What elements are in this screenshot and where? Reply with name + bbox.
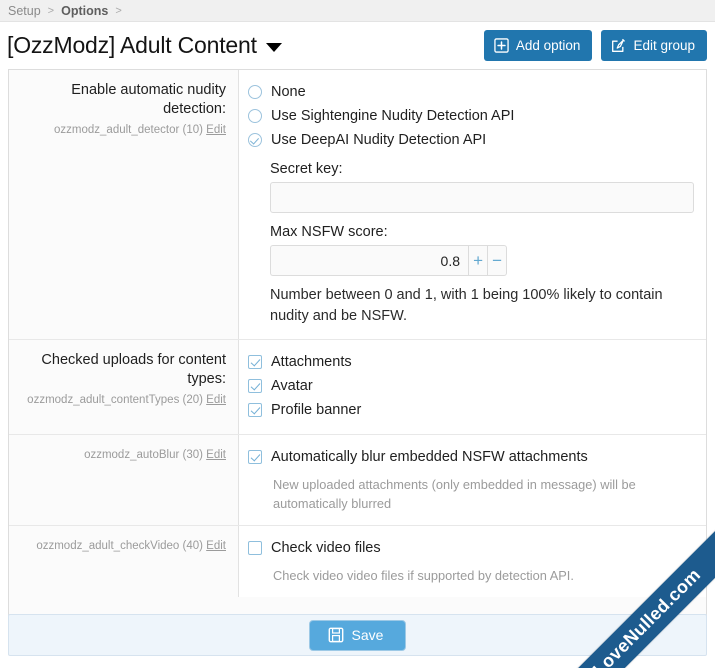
add-option-label: Add option — [515, 38, 581, 53]
option-row-check-video: ozzmodz_adult_checkVideo (40) Edit Check… — [9, 526, 706, 597]
option-key-text-content-types: ozzmodz_adult_contentTypes (20) — [27, 394, 203, 406]
hint-auto-blur: New uploaded attachments (only embedded … — [273, 477, 636, 511]
breadcrumb-item-options[interactable]: Options — [61, 4, 108, 18]
edit-link-content-types[interactable]: Edit — [206, 394, 226, 406]
radio-label-none: None — [271, 84, 306, 100]
edit-link-auto-blur[interactable]: Edit — [206, 449, 226, 461]
checkbox-option-attachments[interactable]: Attachments — [248, 350, 694, 374]
add-option-button[interactable]: Add option — [483, 30, 593, 61]
checkbox-label-check-video: Check video files — [271, 540, 381, 556]
max-nsfw-score-input[interactable] — [270, 245, 468, 276]
edit-link-detector[interactable]: Edit — [206, 124, 226, 136]
options-panel: Enable automatic nudity detection: ozzmo… — [8, 69, 707, 618]
checkbox-label-avatar: Avatar — [271, 378, 313, 394]
option-title-detector: Enable automatic nudity detection: — [71, 82, 226, 117]
radio-label-sightengine: Use Sightengine Nudity Detection API — [271, 108, 515, 124]
radio-icon-none[interactable] — [248, 85, 262, 99]
page-header: [OzzModz] Adult Content Add option Edit … — [0, 22, 715, 69]
radio-option-none[interactable]: None — [248, 80, 694, 104]
pencil-square-icon — [611, 38, 626, 53]
breadcrumb-separator-icon: > — [47, 4, 55, 17]
breadcrumb-item-setup[interactable]: Setup — [8, 4, 41, 18]
checkbox-label-auto-blur: Automatically blur embedded NSFW attachm… — [271, 449, 588, 465]
option-label-check-video: ozzmodz_adult_checkVideo (40) Edit — [9, 526, 239, 597]
deepai-settings: Secret key: Max NSFW score: + − Number b… — [270, 161, 694, 327]
option-key-auto-blur: ozzmodz_autoBlur (30) Edit — [19, 448, 226, 463]
increment-button[interactable]: + — [468, 245, 488, 276]
option-row-content-types: Checked uploads for content types: ozzmo… — [9, 340, 706, 435]
save-button[interactable]: Save — [308, 619, 407, 651]
option-label-detector: Enable automatic nudity detection: ozzmo… — [9, 70, 239, 339]
checkbox-option-profile-banner[interactable]: Profile banner — [248, 398, 694, 422]
option-body-auto-blur: Automatically blur embedded NSFW attachm… — [239, 435, 706, 525]
max-nsfw-score-help: Number between 0 and 1, with 1 being 100… — [270, 287, 663, 324]
edit-link-check-video[interactable]: Edit — [206, 540, 226, 552]
option-label-content-types: Checked uploads for content types: ozzmo… — [9, 340, 239, 434]
radio-icon-sightengine[interactable] — [248, 109, 262, 123]
secret-key-label: Secret key: — [270, 161, 343, 177]
checkbox-icon-profile-banner[interactable] — [248, 403, 262, 417]
plus-square-icon — [494, 38, 509, 53]
option-key-text-check-video: ozzmodz_adult_checkVideo (40) — [36, 540, 203, 552]
option-key-check-video: ozzmodz_adult_checkVideo (40) Edit — [19, 539, 226, 554]
option-row-auto-blur: ozzmodz_autoBlur (30) Edit Automatically… — [9, 435, 706, 526]
radio-icon-deepai[interactable] — [248, 133, 262, 147]
option-body-check-video: Check video files Check video video file… — [239, 526, 706, 597]
checkbox-icon-check-video[interactable] — [248, 541, 262, 555]
form-footer: Save — [8, 614, 707, 656]
checkbox-option-avatar[interactable]: Avatar — [248, 374, 694, 398]
option-row-detector: Enable automatic nudity detection: ozzmo… — [9, 70, 706, 340]
max-nsfw-score-label: Max NSFW score: — [270, 224, 388, 240]
save-disk-icon — [328, 627, 344, 643]
checkbox-option-check-video[interactable]: Check video files — [248, 536, 694, 560]
edit-group-button[interactable]: Edit group — [601, 30, 707, 61]
option-key-content-types: ozzmodz_adult_contentTypes (20) Edit — [19, 393, 226, 408]
checkbox-icon-attachments[interactable] — [248, 355, 262, 369]
save-button-label: Save — [351, 627, 384, 643]
option-key-text-detector: ozzmodz_adult_detector (10) — [54, 124, 203, 136]
decrement-button[interactable]: − — [487, 245, 507, 276]
app-root: Setup > Options > [OzzModz] Adult Conten… — [0, 0, 715, 668]
max-nsfw-score-stepper: + − — [270, 245, 507, 276]
checkbox-icon-auto-blur[interactable] — [248, 450, 262, 464]
chevron-down-icon[interactable] — [265, 43, 282, 52]
checkbox-option-auto-blur[interactable]: Automatically blur embedded NSFW attachm… — [248, 445, 694, 469]
checkbox-label-profile-banner: Profile banner — [271, 402, 362, 418]
secret-key-input[interactable] — [270, 182, 694, 213]
option-title-content-types: Checked uploads for content types: — [41, 352, 226, 387]
page-title-text: [OzzModz] Adult Content — [7, 32, 257, 58]
checkbox-icon-avatar[interactable] — [248, 379, 262, 393]
radio-option-sightengine[interactable]: Use Sightengine Nudity Detection API — [248, 104, 694, 128]
option-label-auto-blur: ozzmodz_autoBlur (30) Edit — [9, 435, 239, 525]
option-body-content-types: Attachments Avatar Profile banner — [239, 340, 706, 434]
page-title: [OzzModz] Adult Content — [7, 32, 282, 59]
radio-label-deepai: Use DeepAI Nudity Detection API — [271, 132, 487, 148]
breadcrumb: Setup > Options > — [0, 0, 715, 22]
option-key-detector: ozzmodz_adult_detector (10) Edit — [19, 123, 226, 138]
option-body-detector: None Use Sightengine Nudity Detection AP… — [239, 70, 706, 339]
radio-option-deepai[interactable]: Use DeepAI Nudity Detection API — [248, 128, 694, 152]
checkbox-label-attachments: Attachments — [271, 354, 352, 370]
edit-group-label: Edit group — [633, 38, 695, 53]
hint-check-video: Check video video files if supported by … — [273, 568, 574, 583]
header-actions: Add option Edit group — [483, 30, 707, 61]
options-list: Enable automatic nudity detection: ozzmo… — [9, 70, 706, 597]
option-key-text-auto-blur: ozzmodz_autoBlur (30) — [84, 449, 203, 461]
breadcrumb-separator-icon-2: > — [115, 4, 122, 17]
